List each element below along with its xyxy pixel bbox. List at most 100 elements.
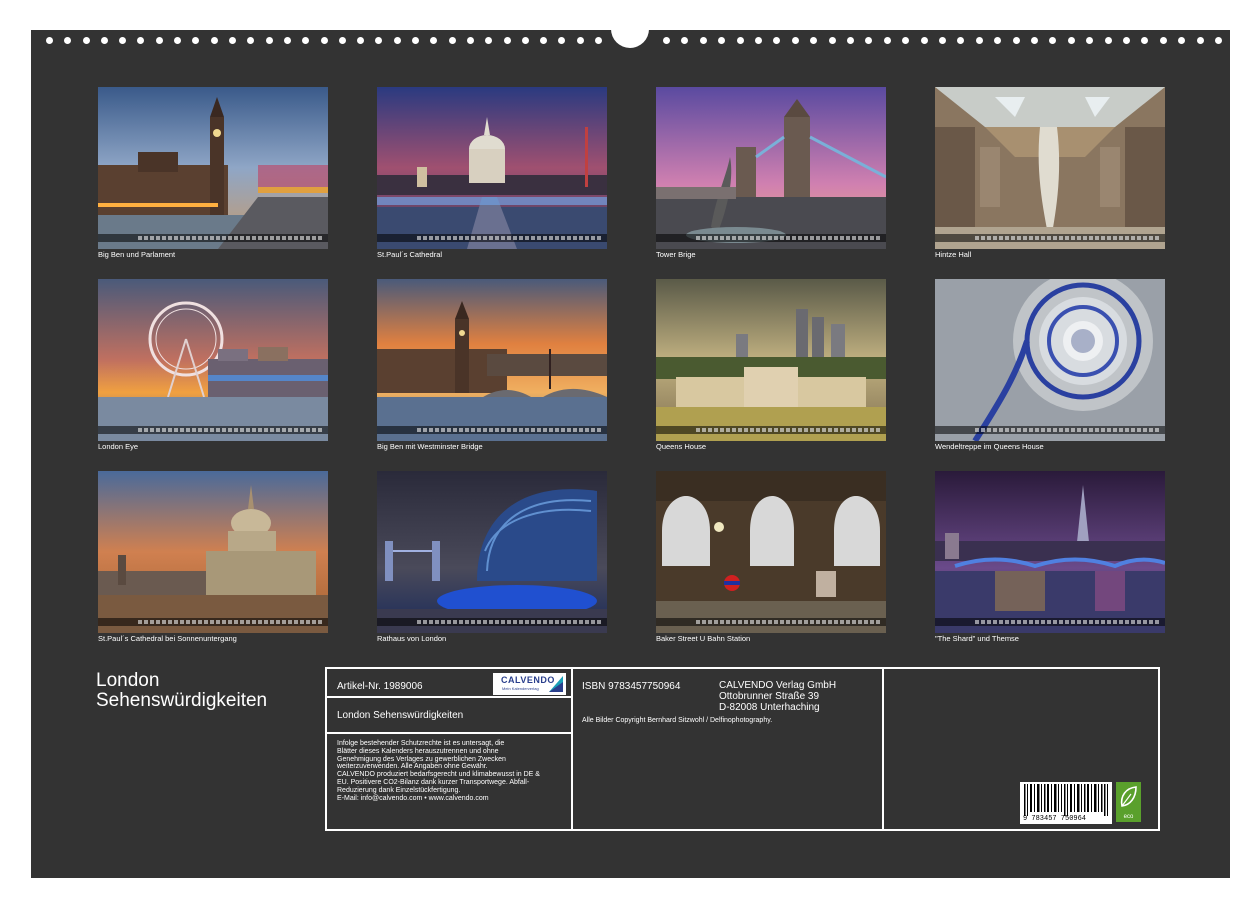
date-tick — [1137, 620, 1141, 624]
date-tick — [864, 620, 868, 624]
date-tick — [1089, 620, 1093, 624]
date-strip — [935, 426, 1165, 434]
date-tick — [318, 236, 322, 240]
photo-city-hall — [377, 471, 607, 633]
calvendo-mark-icon — [549, 676, 563, 692]
date-tick — [198, 236, 202, 240]
date-tick — [1041, 428, 1045, 432]
date-tick — [1005, 620, 1009, 624]
binding-hole — [1215, 37, 1222, 44]
date-tick — [756, 620, 760, 624]
date-tick — [786, 620, 790, 624]
date-tick — [318, 620, 322, 624]
binding-hole — [1105, 37, 1112, 44]
date-tick — [441, 236, 445, 240]
date-tick — [477, 620, 481, 624]
binding-hole — [302, 37, 309, 44]
date-tick — [774, 620, 778, 624]
binding-hole — [681, 37, 688, 44]
date-tick — [975, 428, 979, 432]
date-tick — [1059, 428, 1063, 432]
date-tick — [156, 620, 160, 624]
binding-hole — [994, 37, 1001, 44]
binding-hole — [847, 37, 854, 44]
date-tick — [276, 236, 280, 240]
date-tick — [531, 620, 535, 624]
binding-hole — [192, 37, 199, 44]
date-tick — [798, 620, 802, 624]
date-tick — [981, 236, 985, 240]
publisher-city: D-82008 Unterhaching — [719, 702, 820, 713]
binding-hole — [412, 37, 419, 44]
photo-st-pauls-sunset — [98, 471, 328, 633]
binding-hole — [284, 37, 291, 44]
date-tick — [423, 428, 427, 432]
date-tick — [507, 428, 511, 432]
date-tick — [234, 236, 238, 240]
article-number: Artikel-Nr. 1989006 — [337, 681, 423, 692]
date-tick — [192, 236, 196, 240]
date-tick — [1077, 236, 1081, 240]
binding-hole — [976, 37, 983, 44]
date-tick — [798, 236, 802, 240]
date-tick — [489, 428, 493, 432]
date-strip — [656, 234, 886, 242]
photo-caption: Big Ben und Parlament — [98, 250, 176, 259]
date-tick — [192, 620, 196, 624]
calendar-title-line2: Sehenswürdigkeiten — [96, 690, 268, 711]
date-tick — [762, 620, 766, 624]
date-tick — [429, 428, 433, 432]
date-tick — [537, 428, 541, 432]
date-tick — [519, 428, 523, 432]
date-tick — [1035, 236, 1039, 240]
binding-hole — [1197, 37, 1204, 44]
date-tick — [228, 236, 232, 240]
date-tick — [417, 620, 421, 624]
date-tick — [828, 620, 832, 624]
date-tick — [561, 236, 565, 240]
date-tick — [792, 620, 796, 624]
binding-hole — [540, 37, 547, 44]
date-tick — [987, 428, 991, 432]
date-tick — [138, 620, 142, 624]
date-tick — [1047, 428, 1051, 432]
date-tick — [276, 620, 280, 624]
date-tick — [579, 428, 583, 432]
date-tick — [306, 428, 310, 432]
date-tick — [489, 236, 493, 240]
binding-hole — [321, 37, 328, 44]
date-tick — [780, 236, 784, 240]
date-tick — [738, 620, 742, 624]
date-tick — [1047, 620, 1051, 624]
binding-hole — [1068, 37, 1075, 44]
date-tick — [1053, 428, 1057, 432]
date-tick — [732, 236, 736, 240]
date-tick — [585, 620, 589, 624]
photo-caption: Rathaus von London — [377, 634, 447, 643]
date-tick — [840, 428, 844, 432]
binding-hole — [339, 37, 346, 44]
copyright-note: Alle Bilder Copyright Bernhard Sitzwohl … — [582, 717, 773, 724]
binding-hole — [1049, 37, 1056, 44]
photo-caption: Baker Street U Bahn Station — [656, 634, 751, 643]
date-tick — [774, 236, 778, 240]
binding-hole — [430, 37, 437, 44]
date-tick — [1065, 236, 1069, 240]
date-tick — [150, 620, 154, 624]
date-tick — [1089, 428, 1093, 432]
date-tick — [1149, 620, 1153, 624]
leaf-icon — [1120, 786, 1137, 807]
date-tick — [786, 428, 790, 432]
date-strip — [656, 426, 886, 434]
date-tick — [780, 428, 784, 432]
date-tick — [1155, 620, 1159, 624]
binding-hole — [467, 37, 474, 44]
date-tick — [1137, 428, 1141, 432]
date-tick — [573, 620, 577, 624]
date-tick — [300, 236, 304, 240]
legal-line: Reduzierung dank Einzelstückfertigung. — [337, 786, 461, 794]
date-tick — [294, 428, 298, 432]
divider — [327, 696, 571, 698]
date-tick — [459, 428, 463, 432]
date-tick — [423, 236, 427, 240]
